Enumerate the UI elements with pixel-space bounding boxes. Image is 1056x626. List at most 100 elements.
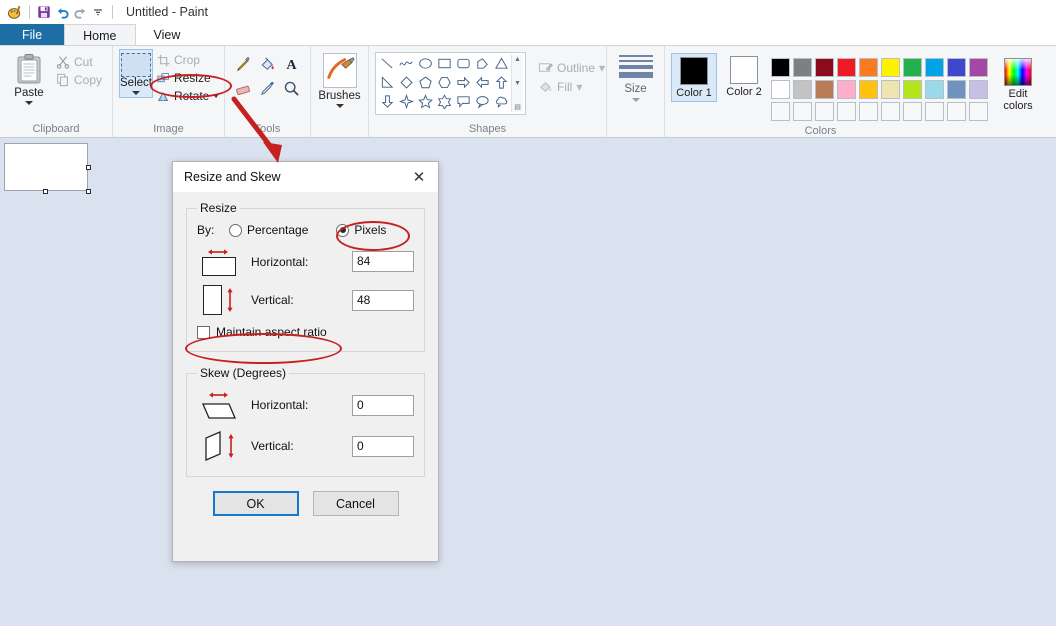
palette-swatch-r3-c7[interactable] — [903, 102, 922, 121]
shapes-expand-icon[interactable]: ▤ — [514, 104, 521, 111]
select-button[interactable]: Select — [119, 49, 153, 98]
palette-swatch-r3-c2[interactable] — [793, 102, 812, 121]
shapes-scroll-down-icon[interactable]: ▼ — [514, 80, 521, 87]
maintain-aspect-ratio-option[interactable]: Maintain aspect ratio — [197, 325, 414, 339]
canvas-workspace[interactable] — [0, 139, 1056, 626]
palette-swatch-r2-c10[interactable] — [969, 80, 988, 99]
shape-rounded-rectangle[interactable] — [456, 56, 471, 74]
shape-line[interactable] — [380, 56, 395, 74]
shape-diamond[interactable] — [399, 75, 414, 93]
color-picker-icon[interactable] — [259, 80, 276, 100]
palette-swatch-r2-c3[interactable] — [815, 80, 834, 99]
shape-four-point-star[interactable] — [398, 93, 415, 112]
skew-horizontal-input[interactable]: 0 — [352, 394, 414, 416]
percentage-radio-option[interactable]: Percentage — [229, 223, 308, 237]
color-2-button[interactable]: Color 2 — [721, 53, 767, 100]
shape-pentagon[interactable] — [418, 75, 433, 93]
palette-swatch-r3-c1[interactable] — [771, 102, 790, 121]
palette-swatch-r1-c2[interactable] — [793, 58, 812, 77]
shape-triangle[interactable] — [494, 56, 509, 74]
palette-swatch-r3-c5[interactable] — [859, 102, 878, 121]
palette-swatch-r2-c7[interactable] — [903, 80, 922, 99]
outline-dropdown-icon[interactable]: ▾ — [599, 61, 605, 75]
paste-dropdown-icon[interactable] — [24, 101, 33, 105]
skew-vertical-input[interactable]: 0 — [352, 435, 414, 457]
shape-six-point-star[interactable] — [437, 93, 452, 112]
size-button[interactable]: Size — [613, 49, 658, 102]
palette-swatch-r3-c3[interactable] — [815, 102, 834, 121]
close-icon[interactable]: ✕ — [406, 166, 432, 188]
canvas-handle-corner[interactable] — [86, 189, 91, 194]
pixels-radio-option[interactable]: Pixels — [336, 223, 386, 237]
redo-icon[interactable] — [71, 3, 89, 21]
image-canvas[interactable] — [4, 143, 88, 191]
palette-swatch-r1-c6[interactable] — [881, 58, 900, 77]
paint-app-icon[interactable] — [6, 3, 24, 21]
text-icon[interactable]: A — [283, 56, 300, 76]
rotate-dropdown-icon[interactable] — [213, 94, 220, 98]
resize-button[interactable]: Resize — [153, 69, 223, 87]
pixels-radio[interactable] — [336, 223, 350, 237]
fill-button[interactable]: Fill ▾ — [534, 77, 609, 96]
shape-five-point-star[interactable] — [418, 93, 433, 112]
palette-swatch-r3-c9[interactable] — [947, 102, 966, 121]
shape-right-arrow[interactable] — [456, 75, 471, 93]
select-dropdown-icon[interactable] — [131, 91, 140, 95]
palette-swatch-r1-c10[interactable] — [969, 58, 988, 77]
magnifier-icon[interactable] — [283, 80, 300, 100]
percentage-radio[interactable] — [229, 223, 242, 237]
undo-icon[interactable] — [53, 3, 71, 21]
palette-swatch-r2-c8[interactable] — [925, 80, 944, 99]
palette-swatch-r1-c8[interactable] — [925, 58, 944, 77]
shapes-scrollbar[interactable]: ▲ ▼ ▤ — [511, 55, 523, 112]
brushes-button[interactable]: Brushes — [317, 49, 362, 108]
palette-swatch-r3-c8[interactable] — [925, 102, 944, 121]
shape-oval-callout[interactable] — [475, 94, 490, 112]
palette-swatch-r3-c4[interactable] — [837, 102, 856, 121]
save-icon[interactable] — [35, 3, 53, 21]
shape-polygon[interactable] — [475, 56, 490, 74]
shape-right-triangle[interactable] — [380, 75, 395, 93]
resize-and-skew-dialog[interactable]: Resize and Skew ✕ Resize By: Percentage … — [172, 161, 439, 562]
shape-cloud-callout[interactable] — [494, 94, 509, 112]
shape-down-arrow[interactable] — [380, 94, 395, 112]
palette-swatch-r1-c7[interactable] — [903, 58, 922, 77]
maintain-aspect-ratio-checkbox[interactable] — [197, 325, 210, 339]
cancel-button[interactable]: Cancel — [312, 491, 399, 516]
brushes-dropdown-icon[interactable] — [335, 104, 344, 108]
palette-swatch-r2-c4[interactable] — [837, 80, 856, 99]
customize-quick-access-toolbar-icon[interactable] — [89, 3, 107, 21]
rotate-button[interactable]: Rotate — [153, 87, 223, 105]
resize-vertical-input[interactable]: 48 — [352, 289, 414, 311]
palette-swatch-r2-c6[interactable] — [881, 80, 900, 99]
cut-button[interactable]: Cut — [52, 53, 106, 71]
crop-button[interactable]: Crop — [153, 51, 223, 69]
tab-view[interactable]: View — [136, 24, 199, 46]
shapes-scroll-up-icon[interactable]: ▲ — [514, 56, 521, 63]
outline-button[interactable]: Outline ▾ — [534, 58, 609, 77]
palette-swatch-r2-c9[interactable] — [947, 80, 966, 99]
color-1-button[interactable]: Color 1 — [671, 53, 717, 102]
copy-button[interactable]: Copy — [52, 71, 106, 89]
tab-home[interactable]: Home — [64, 24, 136, 46]
palette-swatch-r1-c3[interactable] — [815, 58, 834, 77]
shape-rounded-callout[interactable] — [456, 94, 471, 112]
palette-swatch-r3-c6[interactable] — [881, 102, 900, 121]
tab-file[interactable]: File — [0, 24, 65, 46]
canvas-handle-right[interactable] — [86, 165, 91, 170]
ok-button[interactable]: OK — [212, 491, 299, 516]
shape-rectangle[interactable] — [437, 56, 452, 74]
canvas-handle-bottom[interactable] — [43, 189, 48, 194]
eraser-icon[interactable] — [235, 80, 252, 100]
palette-swatch-r2-c2[interactable] — [793, 80, 812, 99]
paste-button[interactable]: Paste — [6, 49, 52, 105]
shape-up-arrow[interactable] — [494, 75, 509, 93]
edit-colors-button[interactable]: Edit colors — [994, 53, 1042, 112]
shape-hexagon[interactable] — [437, 75, 452, 93]
palette-swatch-r3-c10[interactable] — [969, 102, 988, 121]
palette-swatch-r1-c1[interactable] — [771, 58, 790, 77]
fill-icon[interactable] — [259, 56, 276, 76]
pencil-icon[interactable] — [235, 56, 252, 76]
shape-oval[interactable] — [418, 56, 433, 74]
palette-swatch-r1-c9[interactable] — [947, 58, 966, 77]
